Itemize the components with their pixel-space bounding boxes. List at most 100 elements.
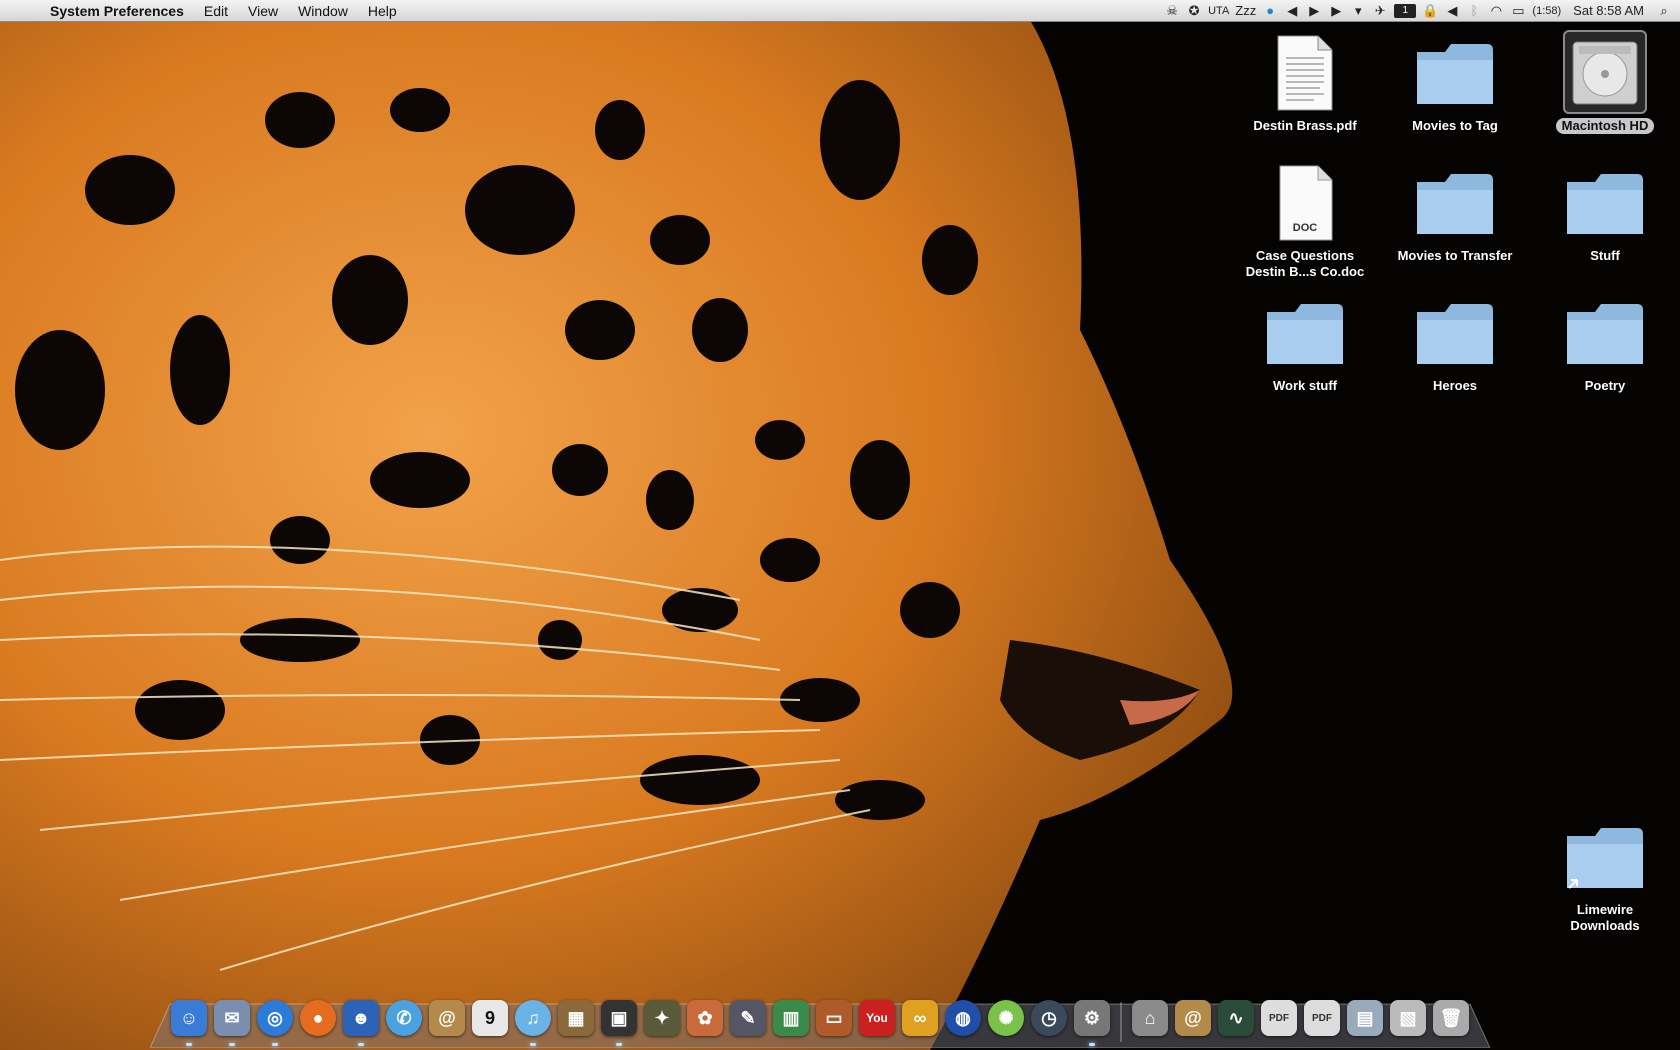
dock-item-script-editor[interactable]: ✎ bbox=[729, 1000, 767, 1042]
home-folder-icon: ⌂ bbox=[1132, 1000, 1168, 1036]
pdf-document-icon bbox=[1265, 34, 1345, 114]
dock-item-trash[interactable]: 🗑 bbox=[1432, 1000, 1470, 1042]
dock-item-google-earth[interactable]: ◍ bbox=[944, 1000, 982, 1042]
dock-item-finder[interactable]: ☺ bbox=[170, 1000, 208, 1046]
desktop-icon-label: Poetry bbox=[1584, 378, 1626, 393]
dock: ☺ ✉ ◎ ● ☻ ✆ @ 9 ♫ ▦ ▣ ✦ ✿ ✎ ▥ ▭ You ∞ ◍ … bbox=[170, 994, 1470, 1046]
menu-clock[interactable]: Sat 8:58 AM bbox=[1567, 2, 1650, 20]
mail-stamp-icon: ✉ bbox=[214, 1000, 250, 1036]
sleep-icon[interactable]: Zzz bbox=[1235, 2, 1256, 20]
dropdown-icon[interactable]: ▾ bbox=[1350, 2, 1366, 20]
desktop-icon-heroes[interactable]: Heroes bbox=[1382, 294, 1528, 394]
desktop-icon-work-stuff[interactable]: Work stuff bbox=[1232, 294, 1378, 394]
play-icon[interactable]: ▶ bbox=[1306, 2, 1322, 20]
limewire-icon: ✺ bbox=[988, 1000, 1024, 1036]
battery-icon[interactable]: ▭ bbox=[1510, 2, 1526, 20]
running-indicator bbox=[1089, 1043, 1095, 1046]
dock-item-safari[interactable]: ◎ bbox=[256, 1000, 294, 1046]
spotlight-icon[interactable]: ⌕ bbox=[1656, 2, 1672, 20]
desktop-icon-label: Macintosh HD bbox=[1555, 118, 1655, 134]
desktop-icon-label: Heroes bbox=[1432, 378, 1478, 393]
dock-item-ichat[interactable]: ✆ bbox=[385, 1000, 423, 1042]
menu-app-name[interactable]: System Preferences bbox=[40, 0, 194, 22]
menu-edit[interactable]: Edit bbox=[194, 0, 238, 22]
desktop-icon-label: Stuff bbox=[1590, 248, 1620, 263]
folder-icon bbox=[1565, 164, 1645, 244]
dock-item-firefox[interactable]: ● bbox=[299, 1000, 337, 1042]
doc-badge: DOC bbox=[1292, 222, 1318, 234]
running-indicator bbox=[186, 1043, 192, 1046]
dock-item-downloads-stack[interactable]: ▧ bbox=[1389, 1000, 1427, 1042]
activity-monitor-icon: ∿ bbox=[1218, 1000, 1254, 1036]
desktop-icon-limewire-downloads[interactable]: Limewire Downloads bbox=[1532, 818, 1678, 934]
bluetooth-icon[interactable]: ᛒ bbox=[1466, 2, 1482, 20]
dock-item-quartz-composer[interactable]: ∞ bbox=[901, 1000, 939, 1042]
desktop-icon-label: Movies to Transfer bbox=[1397, 248, 1513, 263]
dock-item-pdf-stack-1[interactable]: PDF bbox=[1260, 1000, 1298, 1042]
volume-icon[interactable]: ◀ bbox=[1444, 2, 1460, 20]
trash-icon: 🗑 bbox=[1433, 1000, 1469, 1036]
dock-item-mail-stamp[interactable]: ✉ bbox=[213, 1000, 251, 1046]
desktop-icon-movies-to-transfer[interactable]: Movies to Transfer bbox=[1382, 164, 1528, 264]
menu-window[interactable]: Window bbox=[288, 0, 358, 22]
ichat-icon: ✆ bbox=[386, 1000, 422, 1036]
folder-icon bbox=[1415, 164, 1495, 244]
alien-icon[interactable]: ☠ bbox=[1164, 2, 1180, 20]
dock-item-system-preferences[interactable]: ⚙ bbox=[1073, 1000, 1111, 1046]
dock-item-itunes[interactable]: ♫ bbox=[514, 1000, 552, 1046]
google-earth-icon: ◍ bbox=[945, 1000, 981, 1036]
desktop-icon-case-questions-doc[interactable]: DOC Case Questions Destin B...s Co.doc bbox=[1232, 164, 1378, 280]
dock-item-bowtie[interactable]: ✿ bbox=[686, 1000, 724, 1042]
dock-item-pdf-stack-2[interactable]: PDF bbox=[1303, 1000, 1341, 1042]
desktop-icon-macintosh-hd[interactable]: Macintosh HD bbox=[1532, 30, 1678, 134]
wifi-icon[interactable]: ◠ bbox=[1488, 2, 1504, 20]
desktop-icon-label: Destin Brass.pdf bbox=[1253, 118, 1357, 133]
downloads-stack-icon: ▧ bbox=[1390, 1000, 1426, 1036]
dock-item-address-book[interactable]: @ bbox=[428, 1000, 466, 1042]
input-menu[interactable]: UTA bbox=[1208, 2, 1229, 20]
running-indicator bbox=[530, 1043, 536, 1046]
dock-item-screenshots[interactable]: ▤ bbox=[1346, 1000, 1384, 1042]
dock-separator bbox=[1120, 1002, 1122, 1042]
ical-icon: 9 bbox=[472, 1000, 508, 1036]
display-icon[interactable]: 1 bbox=[1394, 3, 1417, 18]
forward-icon[interactable]: ▶ bbox=[1328, 2, 1344, 20]
desktop-icon-poetry[interactable]: Poetry bbox=[1532, 294, 1678, 394]
bird-icon[interactable]: ✈ bbox=[1372, 2, 1388, 20]
address-book-icon: @ bbox=[429, 1000, 465, 1036]
dock-item-keynote[interactable]: ▭ bbox=[815, 1000, 853, 1042]
dock-item-time-machine[interactable]: ◷ bbox=[1030, 1000, 1068, 1042]
dock-item-ical[interactable]: 9 bbox=[471, 1000, 509, 1042]
dock-item-home-folder[interactable]: ⌂ bbox=[1131, 1000, 1169, 1042]
desktop-icon-stuff[interactable]: Stuff bbox=[1532, 164, 1678, 264]
dock-item-iphoto[interactable]: ▦ bbox=[557, 1000, 595, 1042]
dock-item-activity-monitor[interactable]: ∿ bbox=[1217, 1000, 1255, 1042]
dock-item-address-stack[interactable]: @ bbox=[1174, 1000, 1212, 1042]
dock-item-limewire[interactable]: ✺ bbox=[987, 1000, 1025, 1042]
dock-item-growl[interactable]: ✦ bbox=[643, 1000, 681, 1042]
youtube-icon: You bbox=[859, 1000, 895, 1036]
dock-item-youtube[interactable]: You bbox=[858, 1000, 896, 1042]
itunes-icon: ♫ bbox=[515, 1000, 551, 1036]
dock-item-adium[interactable]: ☻ bbox=[342, 1000, 380, 1046]
battery-time[interactable]: (1:58) bbox=[1532, 2, 1561, 20]
dock-item-photo-booth[interactable]: ▣ bbox=[600, 1000, 638, 1046]
pdf-stack-icon: PDF bbox=[1304, 1000, 1340, 1036]
lock-icon[interactable]: 🔒 bbox=[1422, 2, 1438, 20]
menu-help[interactable]: Help bbox=[358, 0, 407, 22]
dock-item-numbers[interactable]: ▥ bbox=[772, 1000, 810, 1042]
folder-icon bbox=[1415, 294, 1495, 374]
folder-icon bbox=[1565, 294, 1645, 374]
desktop-icon-label: Case Questions Destin B...s Co.doc bbox=[1245, 248, 1365, 279]
running-indicator bbox=[272, 1043, 278, 1046]
compass-icon[interactable]: ✪ bbox=[1186, 2, 1202, 20]
menu-view[interactable]: View bbox=[238, 0, 288, 22]
word-document-icon: DOC bbox=[1265, 164, 1345, 244]
weather-icon[interactable]: ● bbox=[1262, 2, 1278, 20]
safari-icon: ◎ bbox=[257, 1000, 293, 1036]
desktop-icon-movies-to-tag[interactable]: Movies to Tag bbox=[1382, 34, 1528, 134]
rewind-icon[interactable]: ◀ bbox=[1284, 2, 1300, 20]
running-indicator bbox=[229, 1043, 235, 1046]
desktop-icon-destin-brass-pdf[interactable]: Destin Brass.pdf bbox=[1232, 34, 1378, 134]
running-indicator bbox=[616, 1043, 622, 1046]
